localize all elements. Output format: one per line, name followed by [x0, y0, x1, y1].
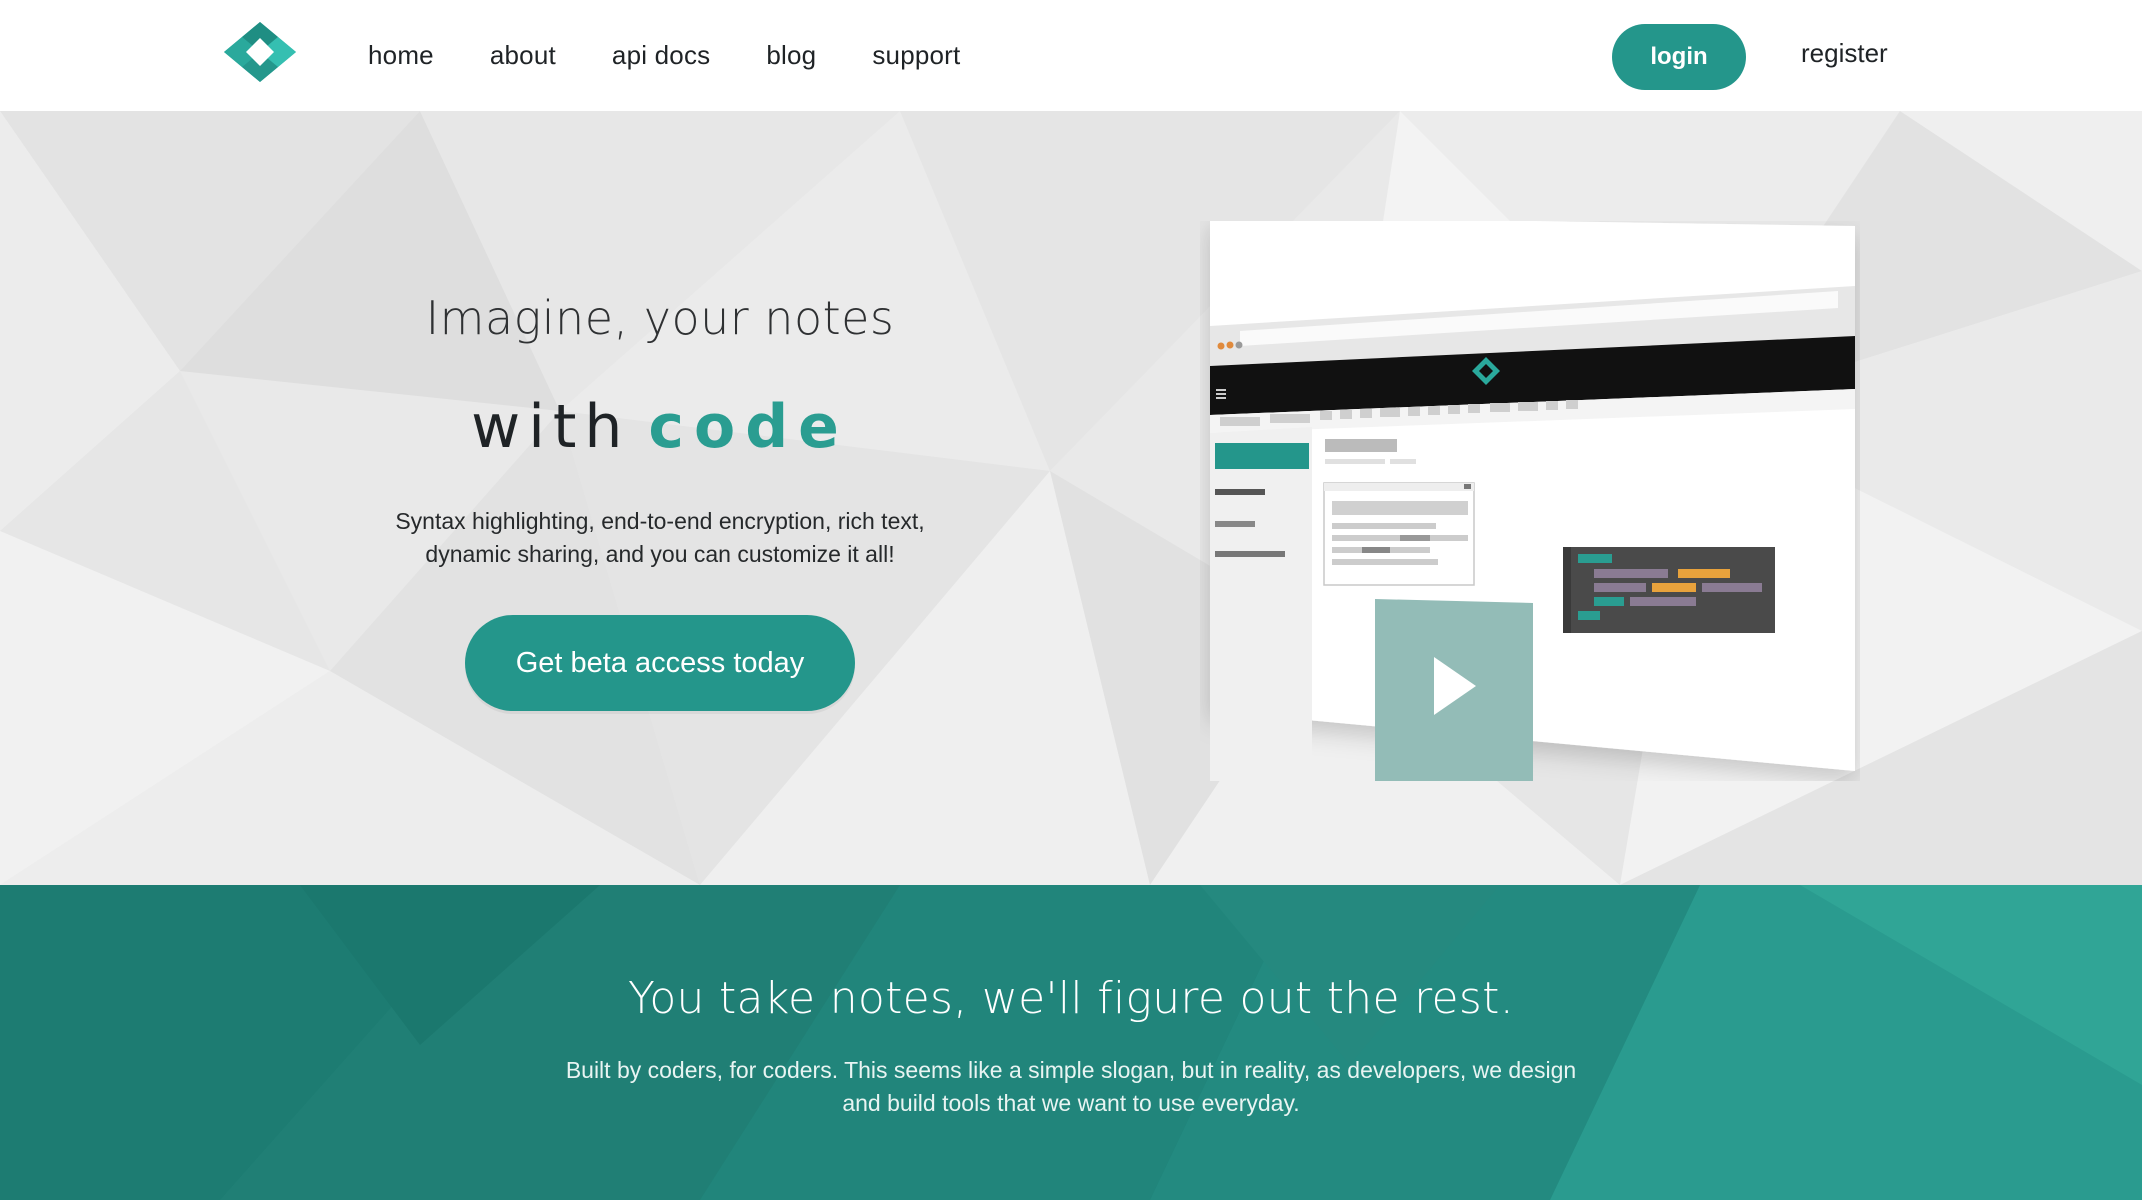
hero-description-line: dynamic sharing, and you can customize i…: [425, 541, 895, 567]
feature-content: You take notes, we'll figure out the res…: [0, 973, 2142, 1120]
nav-link-home[interactable]: home: [368, 40, 434, 71]
app-mockup-illustration: [1210, 221, 1855, 781]
nav-links: home about api docs blog support: [368, 0, 1016, 111]
diamond-logo-icon[interactable]: [224, 22, 296, 82]
feature-description-line: Built by coders, for coders. This seems …: [565, 1057, 1577, 1083]
nav-link-support[interactable]: support: [872, 40, 960, 71]
nav-link-api-docs[interactable]: api docs: [612, 40, 710, 71]
nav-link-blog[interactable]: blog: [766, 40, 816, 71]
code-word: code: [648, 392, 849, 462]
hero-title: Imagine, your notes: [425, 291, 895, 345]
feature-section: You take notes, we'll figure out the res…: [0, 885, 2142, 1200]
top-navbar: home about api docs blog support login r…: [0, 0, 2142, 111]
hero-description-line: Syntax highlighting, end-to-end encrypti…: [395, 508, 925, 534]
hero-content: Imagine, your notes with code Syntax hig…: [340, 291, 980, 711]
hero-description: Syntax highlighting, end-to-end encrypti…: [340, 505, 980, 571]
with-code-heading: with code: [340, 387, 980, 467]
login-button[interactable]: login: [1612, 24, 1746, 90]
hero-section: Imagine, your notes with code Syntax hig…: [0, 111, 2142, 885]
feature-description-line: and build tools that we want to use ever…: [842, 1090, 1300, 1116]
nav-link-about[interactable]: about: [490, 40, 556, 71]
feature-title: You take notes, we'll figure out the res…: [627, 973, 1514, 1024]
get-beta-access-button[interactable]: Get beta access today: [465, 615, 855, 711]
with-word: with: [471, 392, 631, 462]
register-link[interactable]: register: [1801, 38, 1888, 69]
feature-description: Built by coders, for coders. This seems …: [531, 1054, 1611, 1120]
